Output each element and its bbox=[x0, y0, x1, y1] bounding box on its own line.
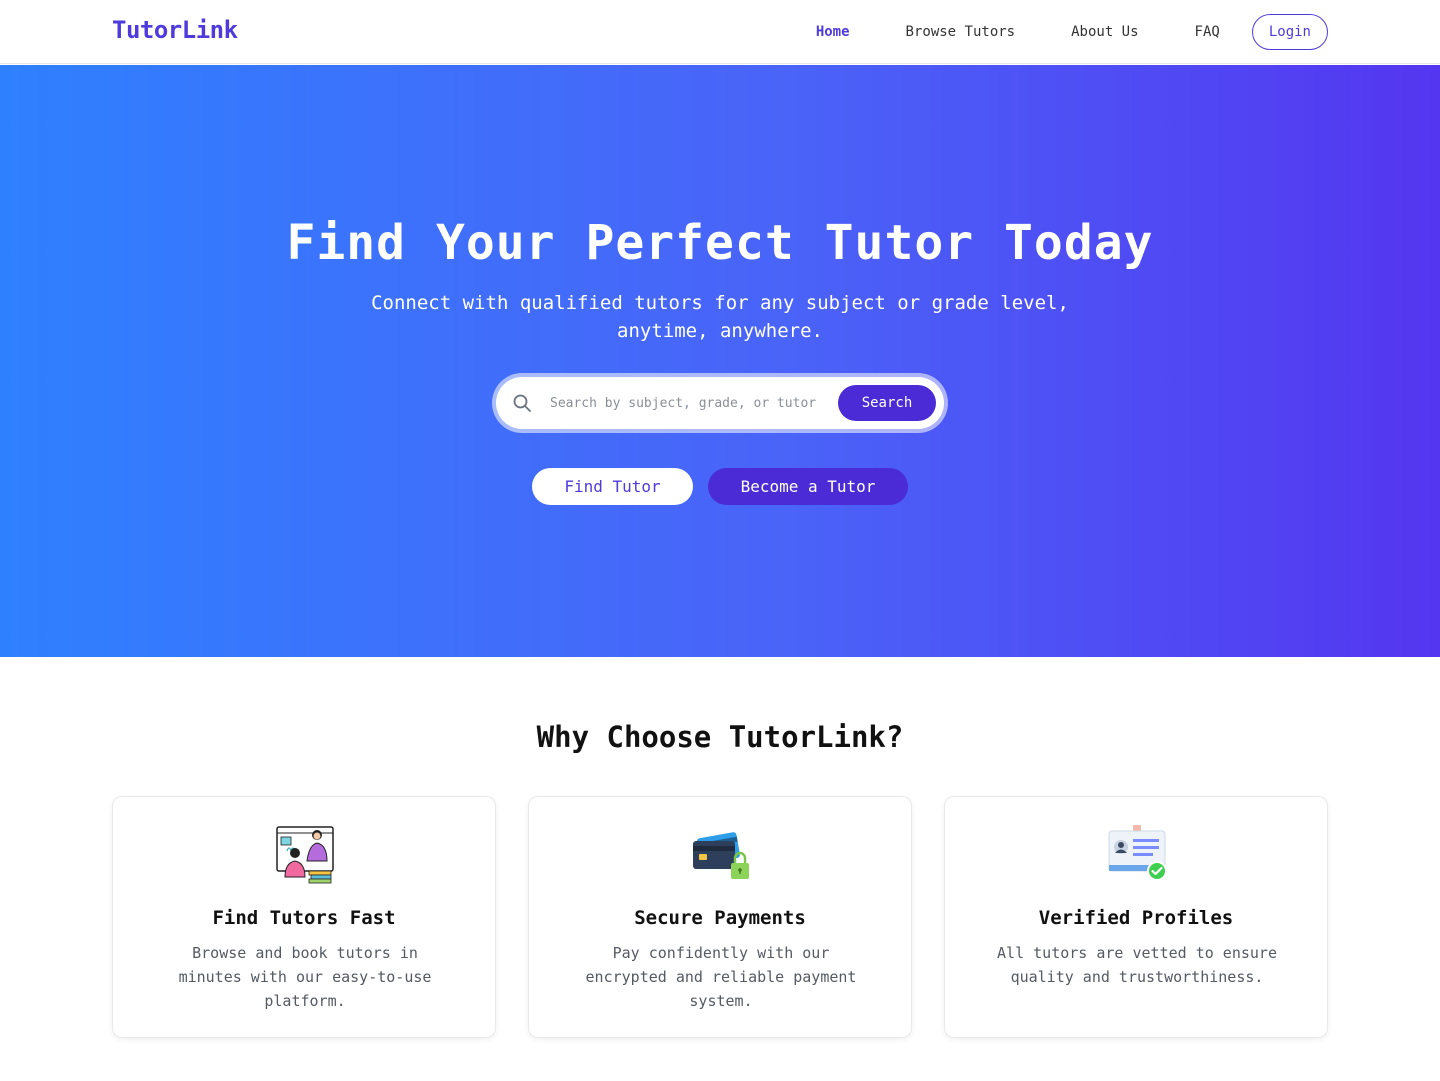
nav-link-faq[interactable]: FAQ bbox=[1195, 24, 1220, 40]
feature-card-find-tutors: Find Tutors Fast Browse and book tutors … bbox=[112, 796, 496, 1038]
search-button[interactable]: Search bbox=[838, 385, 936, 421]
features-title: Why Choose TutorLink? bbox=[536, 720, 904, 754]
feature-card-title: Verified Profiles bbox=[1038, 907, 1234, 929]
credit-card-lock-icon bbox=[693, 832, 749, 879]
search-bar: Search bbox=[496, 377, 944, 429]
nav-link-browse-tutors[interactable]: Browse Tutors bbox=[906, 24, 1016, 40]
tutoring-illustration-icon bbox=[276, 826, 334, 884]
nav-links: Home Browse Tutors About Us FAQ Login bbox=[760, 14, 1328, 50]
logo[interactable]: TutorLink bbox=[112, 16, 238, 44]
nav-link-home[interactable]: Home bbox=[816, 24, 850, 40]
hero-section: Find Your Perfect Tutor Today Connect wi… bbox=[0, 65, 1440, 657]
feature-card-title: Secure Payments bbox=[634, 907, 806, 929]
verified-id-card-icon bbox=[1108, 825, 1167, 881]
feature-card-secure-payments: Secure Payments Pay confidently with our… bbox=[528, 796, 912, 1038]
feature-card-description: Browse and book tutors in minutes with o… bbox=[178, 944, 432, 1010]
hero-subtitle: Connect with qualified tutors for any su… bbox=[371, 292, 1069, 342]
search-icon bbox=[513, 394, 531, 412]
hero-title: Find Your Perfect Tutor Today bbox=[286, 215, 1154, 271]
feature-card-description: All tutors are vetted to ensure quality … bbox=[997, 944, 1277, 986]
find-tutor-button[interactable]: Find Tutor bbox=[532, 468, 693, 505]
search-input[interactable] bbox=[550, 391, 824, 415]
nav-link-about-us[interactable]: About Us bbox=[1071, 24, 1138, 40]
feature-card-verified-profiles: Verified Profiles All tutors are vetted … bbox=[944, 796, 1328, 1038]
feature-card-description: Pay confidently with our encrypted and r… bbox=[585, 944, 857, 1010]
login-button[interactable]: Login bbox=[1251, 14, 1328, 50]
top-navigation: TutorLink Home Browse Tutors About Us FA… bbox=[0, 0, 1440, 64]
become-tutor-button[interactable]: Become a Tutor bbox=[708, 468, 908, 505]
feature-card-title: Find Tutors Fast bbox=[212, 907, 396, 929]
